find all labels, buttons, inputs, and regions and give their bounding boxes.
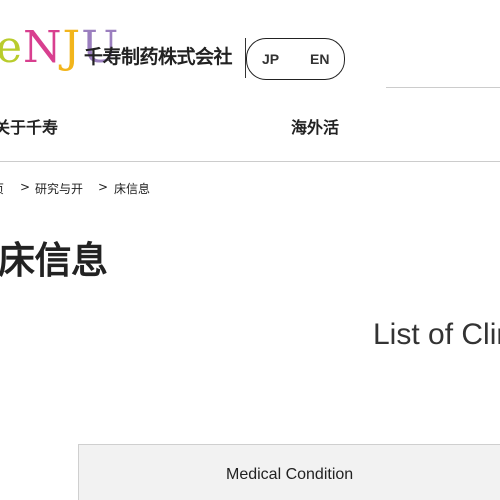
breadcrumb-separator: > (20, 180, 31, 194)
nav-overseas[interactable]: 海外活 (291, 114, 339, 138)
section-heading: List of Clin (373, 318, 500, 351)
table-header-row: Medical Condition (78, 444, 500, 500)
logo-letter: N (23, 22, 63, 73)
breadcrumb-current: 床信息 (114, 182, 151, 196)
language-en-button[interactable]: EN (310, 51, 329, 67)
nav-divider (0, 161, 500, 162)
header-rule (386, 87, 500, 88)
language-jp-button[interactable]: JP (262, 51, 279, 67)
nav-about[interactable]: 关于千寿 (0, 114, 58, 138)
page-title: 床信息 (0, 239, 108, 282)
breadcrumb-home-link[interactable]: 页 (0, 180, 4, 197)
table-header-medical-condition: Medical Condition (226, 466, 354, 483)
company-name[interactable]: 千寿制药株式会社 (84, 42, 233, 69)
breadcrumb-separator: > (98, 180, 109, 194)
breadcrumb-research-link[interactable]: 研究与开 (35, 180, 83, 197)
logo-letter: e (0, 22, 24, 73)
logo-letter: J (62, 22, 82, 73)
language-switcher: JP EN (246, 38, 345, 80)
page-root: eNJU 千寿制药株式会社 JP EN 关于千寿 海外活 页 > 研究与开 > … (0, 0, 500, 500)
